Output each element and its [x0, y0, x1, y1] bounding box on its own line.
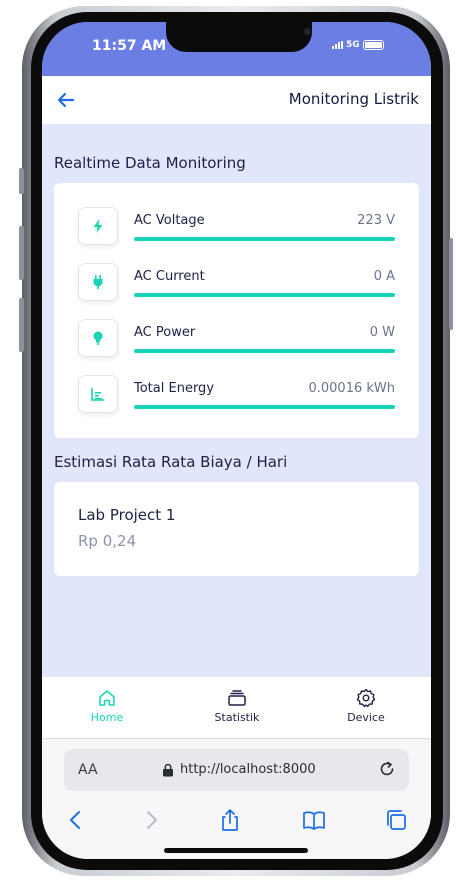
status-time: 11:57 AM — [92, 38, 167, 54]
signal-icon — [332, 41, 343, 49]
nav-label: Home — [90, 711, 124, 724]
plug-icon — [78, 263, 118, 301]
metric-total-energy: Total Energy 0.00016 kWh — [78, 375, 395, 415]
gear-icon — [356, 688, 376, 708]
metric-label: AC Power — [134, 325, 196, 340]
lightning-icon — [78, 207, 118, 245]
power-button — [449, 238, 453, 330]
metric-progress-bar — [134, 237, 395, 241]
browser-back-icon[interactable] — [63, 807, 89, 833]
browser-toolbar: AA http://localhost:8000 — [42, 738, 431, 859]
back-arrow-icon[interactable] — [54, 88, 78, 112]
estimate-card: Lab Project 1 Rp 0,24 — [54, 482, 419, 576]
realtime-section-title: Realtime Data Monitoring — [54, 154, 246, 172]
reader-options-button[interactable]: AA — [78, 762, 98, 778]
estimate-section-title: Estimasi Rata Rata Biaya / Hari — [54, 453, 288, 471]
lock-icon — [163, 763, 173, 777]
metric-ac-voltage: AC Voltage 223 V — [78, 207, 395, 247]
stack-icon — [228, 690, 246, 706]
action-button — [19, 168, 24, 194]
nav-label: Statistik — [214, 711, 260, 724]
status-indicators: 5G — [332, 40, 384, 50]
home-indicator — [164, 848, 308, 853]
metric-progress-bar — [134, 349, 395, 353]
address-bar[interactable]: AA http://localhost:8000 — [64, 749, 409, 791]
metric-ac-power: AC Power 0 W — [78, 319, 395, 359]
metric-value: 0 A — [373, 269, 395, 284]
metric-label: AC Current — [134, 269, 205, 284]
tabs-icon[interactable] — [383, 807, 409, 833]
reload-icon[interactable] — [377, 759, 397, 779]
browser-forward-icon[interactable] — [138, 807, 164, 833]
bulb-icon — [78, 319, 118, 357]
url-text: http://localhost:8000 — [180, 762, 316, 777]
nav-home[interactable]: Home — [47, 677, 167, 739]
page-title: Monitoring Listrik — [288, 90, 419, 108]
metric-value: 223 V — [357, 213, 395, 228]
metric-label: AC Voltage — [134, 213, 205, 228]
network-label: 5G — [346, 40, 360, 50]
volume-up-button — [19, 226, 24, 280]
bottom-nav: Home Statistik Device — [42, 676, 431, 738]
nav-device[interactable]: Device — [306, 677, 426, 739]
bar-chart-icon — [78, 375, 118, 413]
metric-label: Total Energy — [134, 381, 215, 396]
metric-value: 0.00016 kWh — [308, 381, 395, 396]
realtime-card: AC Voltage 223 V AC Current 0 A AC Power — [54, 183, 419, 438]
app-header: Monitoring Listrik — [42, 76, 431, 124]
metric-progress-bar — [134, 405, 395, 409]
phone-screen: 11:57 AM 5G Monitoring Listrik Realtime … — [42, 22, 431, 859]
metric-ac-current: AC Current 0 A — [78, 263, 395, 303]
nav-label: Device — [347, 711, 385, 724]
home-icon — [99, 690, 115, 706]
notch — [166, 22, 312, 52]
metric-progress-bar — [134, 293, 395, 297]
nav-statistik[interactable]: Statistik — [177, 677, 297, 739]
project-name: Lab Project 1 — [78, 506, 176, 524]
battery-icon — [362, 40, 384, 50]
front-camera — [304, 28, 311, 35]
volume-down-button — [19, 298, 24, 352]
metric-value: 0 W — [369, 325, 395, 340]
share-icon[interactable] — [217, 807, 243, 833]
status-bar: 11:57 AM 5G — [42, 22, 431, 76]
cost-value: Rp 0,24 — [78, 532, 137, 550]
bookmarks-icon[interactable] — [301, 807, 327, 833]
